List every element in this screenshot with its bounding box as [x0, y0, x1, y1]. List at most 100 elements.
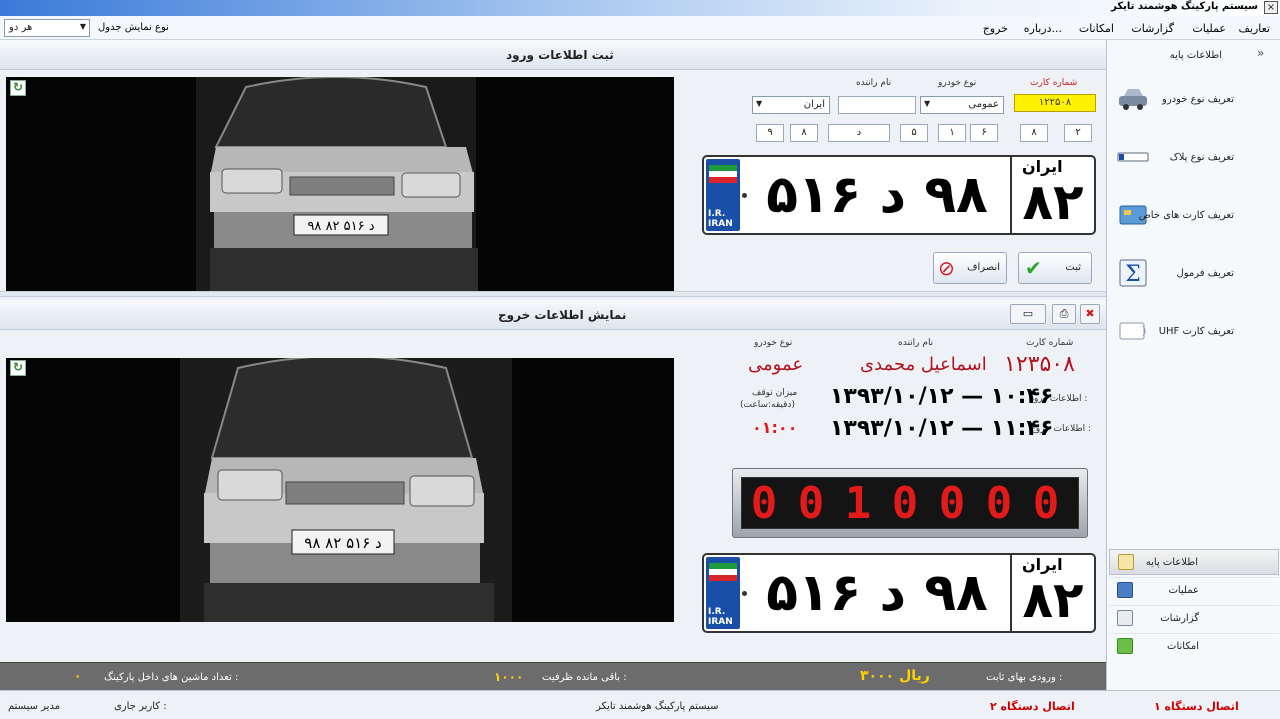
led-digit: 0 — [938, 478, 966, 529]
entry-header-title: ثبت اطلاعات ورود — [506, 48, 614, 62]
entry-card-label: شماره کارت — [1030, 78, 1078, 88]
entry-vehicle-type-value: عمومی — [968, 99, 999, 110]
sidebar: » اطلاعات پایه تعریف نوع خودرو تعریف نوع… — [1106, 40, 1280, 690]
entry-vehicle-type-select[interactable]: عمومی ▼ — [920, 96, 1004, 114]
chevron-down-icon: ▼ — [756, 99, 763, 108]
led-digit: 0 — [891, 478, 919, 529]
print-icon[interactable]: ⎙ — [1052, 304, 1076, 324]
car-image: ۹۸ د ۵۱۶ ۸۲ — [6, 358, 674, 622]
stay-amount-label: میزان توقف — [752, 388, 798, 398]
menu-tools[interactable]: امکانات — [1079, 22, 1114, 35]
exit-driver-value: اسماعیل محمدی — [860, 354, 987, 375]
led-digit: 0 — [797, 478, 825, 529]
fixed-entry-label: ورودی بهای ثابت : — [986, 672, 1063, 683]
fixed-entry-value: ۳۰۰۰ ریال — [860, 668, 930, 684]
menu-operations[interactable]: عملیات — [1192, 22, 1226, 35]
plate-iran-text: I.R. IRAN — [708, 209, 733, 229]
plate-box-2[interactable]: ۸ — [1020, 124, 1048, 142]
plate-box-4[interactable]: ۱ — [938, 124, 966, 142]
status-app-name: سیستم پارکینگ هوشمند تایکر — [596, 701, 719, 712]
exit-vehicle-type-label: نوع خودرو — [754, 338, 793, 348]
device1-status: اتصال دستگاه ۱ — [1154, 700, 1239, 713]
sidebar-item-vehicle-type[interactable]: تعریف نوع خودرو — [1108, 80, 1268, 120]
menu-definitions[interactable]: تعاریف — [1239, 22, 1270, 35]
nav-tools[interactable]: امکانات — [1109, 633, 1279, 659]
edit-icon — [1118, 554, 1134, 570]
led-digit: 0 — [985, 478, 1013, 529]
parking-info-bar: ورودی بهای ثابت : ۳۰۰۰ ریال باقی مانده ظ… — [0, 662, 1106, 690]
uhf-card-icon — [1119, 322, 1146, 340]
exit-header-title: نمایش اطلاعات خروج — [498, 308, 627, 322]
nav-reports[interactable]: گزارشات — [1109, 605, 1279, 631]
exit-vehicle-type-value: عمومی — [748, 354, 804, 375]
entry-refresh-icon[interactable] — [10, 80, 26, 96]
cancel-button[interactable]: ⊘ انصراف — [933, 252, 1007, 284]
entry-license-plate: I.R. IRAN ۹۸ د ۵۱۶ ایران ۸۲ — [702, 155, 1096, 235]
cars-inside-label: تعداد ماشین های داخل پارکینگ : — [104, 672, 239, 683]
monitor-icon — [1117, 582, 1133, 598]
sidebar-item-formula[interactable]: Σ تعریف فرمول — [1108, 254, 1268, 294]
plate-box-6[interactable]: ۸ — [790, 124, 818, 142]
svg-text:۹۸ د ۵۱۶ ۸۲: ۹۸ د ۵۱۶ ۸۲ — [307, 219, 374, 234]
sidebar-item-plate-type[interactable]: تعریف نوع پلاک — [1108, 138, 1268, 178]
exit-camera-view: ۹۸ د ۵۱۶ ۸۲ — [6, 358, 674, 622]
plate-region-code: ۸۲ — [1022, 173, 1084, 231]
table-view-select[interactable]: هر دو ▼ — [4, 19, 90, 37]
entry-header: ثبت اطلاعات ورود — [0, 40, 1106, 70]
sidebar-item-uhf-card[interactable]: UHF تعریف کارت — [1108, 312, 1268, 352]
device2-status: اتصال دستگاه ۲ — [990, 700, 1075, 713]
car-image: ۹۸ د ۵۱۶ ۸۲ — [6, 77, 674, 291]
close-icon[interactable]: ✖ — [1080, 304, 1100, 324]
plate-main-number: ۹۸ د ۵۱۶ — [766, 563, 988, 623]
current-user-label: کاربر جاری : — [114, 701, 167, 712]
plate-iran-text: I.R. IRAN — [708, 607, 733, 627]
led-digit: 1 — [844, 478, 872, 529]
plate-region-code: ۸۲ — [1022, 571, 1084, 629]
menu-exit[interactable]: خروج — [983, 22, 1008, 35]
title-bar: سیستم پارکینگ هوشمند تایکر × — [0, 0, 1280, 16]
plate-box-7[interactable]: ۹ — [756, 124, 784, 142]
entry-card-field[interactable]: ۱۲۲۵۰۸ — [1014, 94, 1096, 112]
iran-flag-icon: I.R. IRAN — [706, 159, 740, 231]
plate-box-letter[interactable]: د — [828, 124, 890, 142]
plate-box-5[interactable]: ۵ — [900, 124, 928, 142]
no-entry-icon: ⊘ — [938, 256, 955, 280]
report-icon — [1117, 610, 1133, 626]
entry-datetime: ۱۳۹۳/۱۰/۱۲ — ۱۰:۴۶ — [830, 384, 1054, 409]
menu-reports[interactable]: گزارشات — [1131, 22, 1174, 35]
collapse-chevron-icon[interactable]: » — [1257, 46, 1264, 60]
led-digit: 0 — [750, 478, 778, 529]
menu-about[interactable]: درباره... — [1024, 22, 1062, 35]
plate-box-1[interactable]: ۲ — [1064, 124, 1092, 142]
svg-text:۹۸ د ۵۱۶ ۸۲: ۹۸ د ۵۱۶ ۸۲ — [304, 534, 381, 552]
table-view-value: هر دو — [9, 22, 33, 33]
entry-vehicle-type-label: نوع خودرو — [938, 78, 977, 88]
exit-license-plate: I.R. IRAN ۹۸ د ۵۱۶ ایران ۸۲ — [702, 553, 1096, 633]
check-icon: ✔ — [1025, 256, 1042, 280]
led-digit: 0 — [1032, 478, 1060, 529]
stay-value: ۰۱:۰۰ — [752, 418, 798, 437]
display-icon[interactable]: ▭ — [1010, 304, 1046, 324]
entry-country-value: ایران — [803, 99, 825, 110]
window-title: سیستم پارکینگ هوشمند تایکر — [1111, 1, 1258, 12]
submit-button[interactable]: ✔ ثبت — [1018, 252, 1092, 284]
remaining-capacity-label: باقی مانده ظرفیت : — [542, 672, 627, 683]
svg-text:Σ: Σ — [1125, 262, 1141, 287]
chevron-down-icon: ▼ — [79, 22, 86, 31]
status-bar: اتصال دستگاه ۱ اتصال دستگاه ۲ سیستم پارک… — [0, 690, 1280, 719]
tools-icon — [1117, 638, 1133, 654]
current-user-value: مدیر سیستم — [8, 701, 61, 712]
iran-flag-icon: I.R. IRAN — [706, 557, 740, 629]
remaining-capacity-value: ۱۰۰۰ — [494, 670, 524, 684]
exit-refresh-icon[interactable] — [10, 360, 26, 376]
car-icon — [1119, 89, 1147, 110]
nav-basic-info[interactable]: اطلاعات پایه — [1109, 549, 1279, 575]
entry-driver-field[interactable] — [838, 96, 916, 114]
section-splitter[interactable] — [0, 291, 1106, 297]
plate-box-3[interactable]: ۶ — [970, 124, 998, 142]
close-window-button[interactable]: × — [1264, 1, 1278, 14]
stay-unit-label: (دقیقه:ساعت) — [740, 400, 795, 410]
nav-operations[interactable]: عملیات — [1109, 577, 1279, 603]
sidebar-item-special-cards[interactable]: تعریف کارت های خاص — [1108, 196, 1268, 236]
entry-country-select[interactable]: ایران ▼ — [752, 96, 830, 114]
